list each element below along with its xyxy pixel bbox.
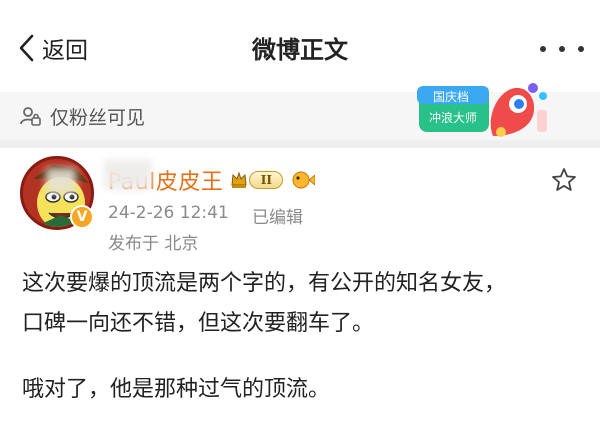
blur-overlay — [104, 160, 152, 190]
crown-icon — [231, 171, 247, 188]
banner-line2: 冲浪大师 — [429, 110, 477, 125]
more-dots-icon[interactable] — [540, 44, 584, 54]
post-location: 发布于 北京 — [108, 234, 199, 254]
edited-label[interactable]: 已编辑 — [252, 203, 303, 228]
level-badge[interactable]: II — [231, 169, 284, 191]
post-body-line: 这次要爆的顶流是两个字的，有公开的知名女友， — [22, 271, 507, 296]
post-body-line: 口碑一向还不错，但这次要翻车了。 — [22, 311, 375, 336]
star-icon[interactable] — [550, 166, 578, 194]
section-divider — [0, 140, 600, 148]
pufferfish-icon[interactable] — [289, 170, 316, 190]
verified-badge: V — [70, 205, 94, 229]
banner-line1: 国庆档 — [433, 90, 469, 104]
level-number: II — [249, 171, 284, 189]
back-label: 返回 — [42, 38, 88, 64]
page-title: 微博正文 — [252, 36, 348, 64]
post-body-line: 哦对了，他是那种过气的顶流。 — [22, 377, 331, 402]
visibility-label: 仅粉丝可见 — [50, 107, 146, 129]
chevron-left-icon — [19, 34, 34, 62]
blur-overlay — [46, 168, 76, 194]
back-button[interactable]: 返回 — [16, 30, 88, 66]
promo-badge-image[interactable]: 国庆档 冲浪大师 — [415, 76, 555, 144]
lock-people-icon — [20, 107, 41, 126]
post-timestamp: 24-2-26 12:41 — [108, 203, 229, 223]
